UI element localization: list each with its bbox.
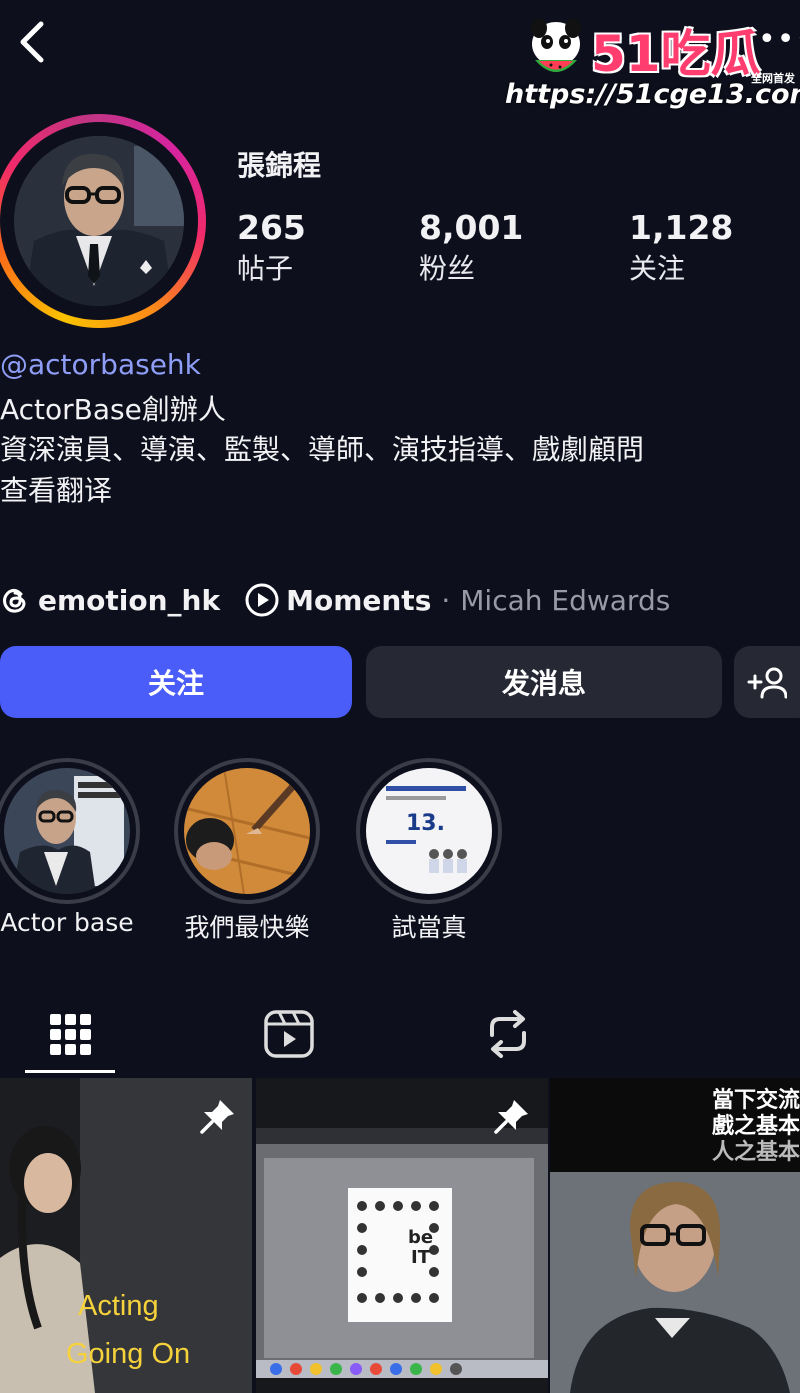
post-tile[interactable]: be IT <box>256 1078 548 1393</box>
post-caption-line: Acting <box>78 1290 159 1322</box>
back-button[interactable] <box>12 18 52 66</box>
post-tile[interactable]: 當下交流 戲之基本 人之基本 <box>550 1078 800 1393</box>
posts-stat[interactable]: 265 帖子 <box>237 206 306 288</box>
bio-line-2: 資深演員、導演、監製、導師、演技指導、戲劇顧問 <box>0 433 645 466</box>
highlight-label: 我們最快樂 <box>184 913 310 942</box>
avatar-photo <box>14 136 184 306</box>
music-link[interactable]: Moments · Micah Edwards <box>244 582 670 618</box>
slide-text-line: be <box>408 1227 434 1248</box>
pin-icon <box>200 1100 234 1134</box>
pin-icon <box>494 1100 528 1134</box>
post-caption-line: 人之基本 <box>712 1140 800 1165</box>
profile-avatar[interactable] <box>0 114 206 328</box>
highlight-cover <box>4 768 130 894</box>
profile-handle-link[interactable]: @actorbasehk <box>0 348 201 381</box>
svg-text:13.: 13. <box>406 811 445 836</box>
suggest-users-button[interactable] <box>734 646 800 718</box>
following-stat[interactable]: 1,128 关注 <box>629 206 733 288</box>
tab-reels[interactable] <box>244 994 334 1074</box>
content-tabs <box>0 994 800 1074</box>
bio-line-1: ActorBase創辦人 <box>0 393 226 426</box>
threads-link[interactable]: emotion_hk <box>0 584 220 617</box>
tab-grid[interactable] <box>25 994 115 1074</box>
music-title: Moments <box>286 583 432 617</box>
followers-stat[interactable]: 8,001 粉丝 <box>419 206 523 288</box>
chevron-left-icon <box>20 21 44 63</box>
highlight-actor-base[interactable]: Actor base <box>0 758 140 937</box>
highlight-try-real[interactable]: 13. 試當真 <box>356 758 502 944</box>
profile-links-row: emotion_hk Moments · Micah Edwards <box>0 578 670 622</box>
threads-icon <box>3 588 26 613</box>
followers-count: 8,001 <box>419 208 524 247</box>
watermark-url: https://51cge13.com <box>505 79 800 110</box>
highlight-happiest[interactable]: 我們最快樂 <box>174 758 320 944</box>
posts-count: 265 <box>237 208 306 247</box>
highlight-label: 試當真 <box>391 913 467 942</box>
music-artist: Micah Edwards <box>460 583 671 617</box>
mascot-logo <box>531 18 581 72</box>
active-tab-indicator <box>25 1070 115 1073</box>
highlight-label: Actor base <box>0 908 134 937</box>
threads-handle: emotion_hk <box>38 583 221 617</box>
post-caption-line: Going On <box>66 1338 191 1370</box>
play-circle-icon <box>245 583 279 617</box>
post-caption-line: 當下交流 <box>712 1088 800 1113</box>
highlight-cover <box>184 768 310 894</box>
message-button[interactable]: 发消息 <box>366 646 722 718</box>
following-count: 1,128 <box>629 208 734 247</box>
follow-button[interactable]: 关注 <box>0 646 352 718</box>
highlight-cover: 13. <box>366 768 492 894</box>
music-separator: · <box>441 583 451 617</box>
slide-text-line: IT <box>411 1247 431 1268</box>
reels-icon <box>264 1010 314 1058</box>
grid-icon <box>50 1014 91 1055</box>
watermark-brand: 51吃瓜 <box>591 25 761 83</box>
followers-label: 粉丝 <box>419 252 476 285</box>
post-caption-line: 戲之基本 <box>712 1114 800 1139</box>
posts-label: 帖子 <box>237 252 294 285</box>
repost-icon <box>490 1010 526 1058</box>
profile-name: 張錦程 <box>237 149 322 182</box>
watermark: 51吃瓜 全网首发 https://51cge13.com <box>505 10 800 110</box>
slide-text: be IT <box>408 1228 433 1268</box>
add-person-icon <box>747 667 787 699</box>
post-tile[interactable]: Acting Going On <box>0 1078 252 1393</box>
see-translation-link[interactable]: 查看翻译 <box>0 469 112 509</box>
tab-reposts[interactable] <box>463 994 553 1074</box>
following-label: 关注 <box>629 252 686 285</box>
